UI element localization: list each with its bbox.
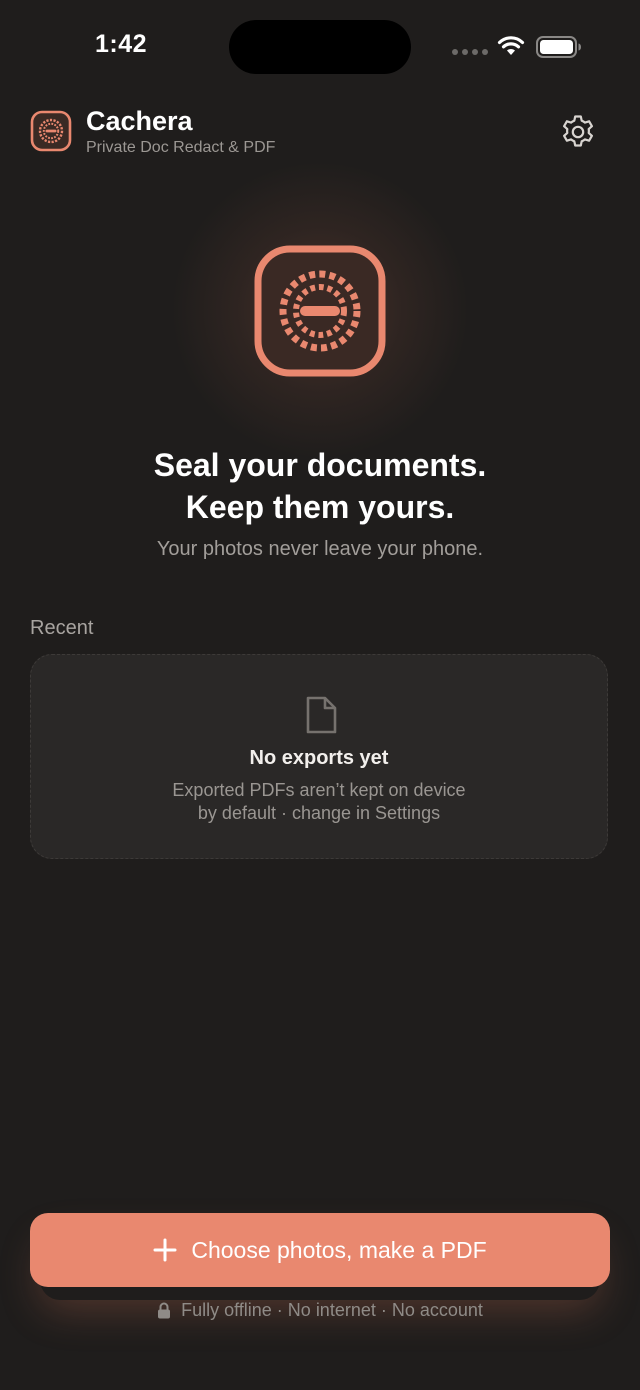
offline-note: Fully offline · No internet · No account bbox=[0, 1300, 640, 1321]
document-icon bbox=[306, 696, 337, 734]
app-subtitle: Private Doc Redact & PDF bbox=[86, 139, 276, 156]
gear-icon bbox=[563, 115, 593, 147]
hero-tagline: Your photos never leave your phone. bbox=[156, 538, 484, 560]
empty-desc-line-2: by default · change in Settings bbox=[197, 803, 441, 823]
dynamic-island bbox=[229, 20, 411, 74]
offline-note-text: Fully offline · No internet · No account bbox=[181, 1300, 483, 1320]
app-name: Cachera bbox=[86, 106, 193, 136]
choose-photos-label: Choose photos, make a PDF bbox=[191, 1236, 487, 1263]
recent-section-label: Recent bbox=[30, 617, 94, 639]
empty-desc-line-1: Exported PDFs aren’t kept on device bbox=[172, 780, 466, 800]
recent-empty-state: No exports yet Exported PDFs aren’t kept… bbox=[30, 654, 608, 859]
headline-line-2: Keep them yours. bbox=[185, 489, 455, 525]
settings-button[interactable] bbox=[556, 110, 600, 154]
lock-icon bbox=[158, 1302, 171, 1319]
plus-icon bbox=[153, 1238, 177, 1262]
status-time: 1:42 bbox=[95, 30, 148, 58]
choose-photos-button[interactable]: Choose photos, make a PDF bbox=[30, 1213, 610, 1287]
cellular-signal-icon bbox=[452, 49, 488, 55]
empty-state-description: Exported PDFs aren’t kept on device by d… bbox=[31, 779, 607, 825]
headline-line-1: Seal your documents. bbox=[153, 447, 487, 483]
battery-icon bbox=[536, 36, 581, 58]
empty-state-title: No exports yet bbox=[249, 747, 389, 769]
home-screen: 1:42 Cachera Private Doc Redact & PDF Se… bbox=[0, 0, 640, 1390]
wifi-icon bbox=[497, 36, 525, 55]
app-logo-icon bbox=[30, 110, 72, 152]
hero-headline: Seal your documents. Keep them yours. bbox=[0, 444, 640, 528]
app-logo-large-icon bbox=[254, 245, 386, 377]
